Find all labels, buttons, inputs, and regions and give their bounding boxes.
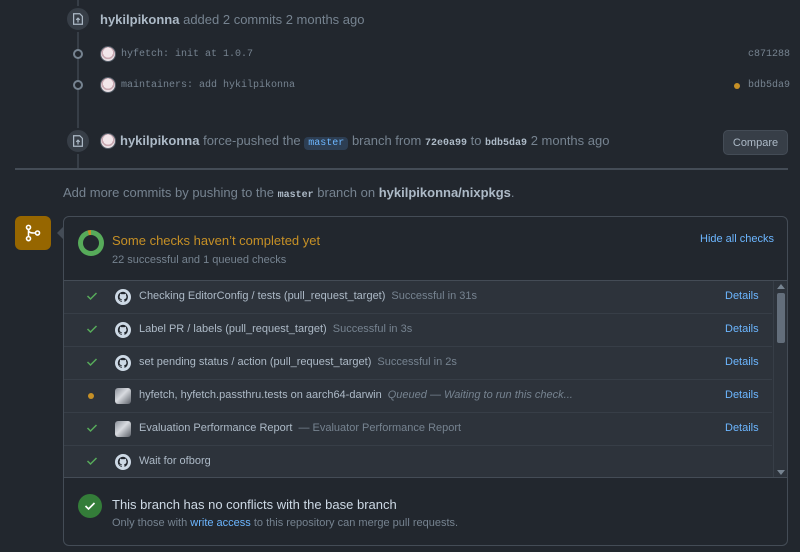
check-label: Wait for ofborg [139, 455, 217, 467]
app-avatar-icon [115, 421, 131, 437]
hide-all-checks-link[interactable]: Hide all checks [700, 233, 774, 245]
check-name: Checking EditorConfig / tests (pull_requ… [139, 290, 386, 302]
check-desc: Queued — Waiting to run this check... [387, 389, 573, 401]
pending-status-icon[interactable] [734, 83, 740, 89]
event-action: to [470, 133, 482, 148]
event-user-link[interactable]: hykilpikonna [100, 12, 179, 27]
check-desc: — Evaluator Performance Report [298, 422, 462, 434]
github-icon [115, 322, 131, 338]
repo-push-icon [65, 6, 91, 32]
event-added-commits: hykilpikonna added 2 commits 2 months ag… [100, 12, 364, 27]
checks-scrollbar[interactable] [773, 281, 787, 477]
check-name: hyfetch, hyfetch.passthru.tests on aarch… [139, 389, 382, 401]
timeline-divider [15, 168, 788, 170]
commit-message[interactable]: hyfetch: init at 1.0.7 [121, 49, 253, 60]
details-link[interactable]: Details [725, 389, 759, 401]
check-success-icon [86, 424, 98, 433]
compare-button[interactable]: Compare [723, 130, 788, 155]
check-label: hyfetch, hyfetch.passthru.tests on aarch… [139, 389, 573, 401]
write-access-link[interactable]: write access [190, 517, 251, 529]
check-row[interactable]: Evaluation Performance Report — Evaluator… [64, 413, 772, 446]
merge-sub-text: Only those with [112, 517, 188, 529]
merge-sub-text: to this repository can merge pull reques… [253, 517, 459, 529]
avatar[interactable] [100, 46, 116, 62]
check-label: Checking EditorConfig / tests (pull_requ… [139, 290, 477, 302]
check-label: set pending status / action (pull_reques… [139, 356, 457, 368]
details-link[interactable]: Details [725, 323, 759, 335]
event-force-push: hykilpikonna force-pushed the master bra… [120, 133, 610, 150]
commit-sha[interactable]: c871288 [748, 49, 790, 60]
hint-branch: master [277, 190, 314, 201]
checks-subtitle: 22 successful and 1 queued checks [112, 254, 287, 266]
details-link[interactable]: Details [725, 422, 759, 434]
avatar[interactable] [100, 77, 116, 93]
merge-status-title: This branch has no conflicts with the ba… [112, 497, 397, 512]
checks-list[interactable]: Checking EditorConfig / tests (pull_requ… [64, 280, 787, 478]
app-avatar-icon [115, 388, 131, 404]
checks-title: Some checks haven’t completed yet [112, 233, 321, 248]
add-commits-hint: Add more commits by pushing to the maste… [63, 185, 515, 201]
github-icon [115, 289, 131, 305]
details-link[interactable]: Details [725, 356, 759, 368]
github-icon [115, 355, 131, 371]
check-row[interactable]: set pending status / action (pull_reques… [64, 347, 772, 380]
event-action: branch from [351, 133, 422, 148]
to-sha[interactable]: bdb5da9 [485, 138, 527, 149]
check-label: Label PR / labels (pull_request_target) S… [139, 323, 412, 335]
avatar[interactable] [100, 133, 116, 149]
repo-push-icon [65, 128, 91, 154]
check-name: Label PR / labels (pull_request_target) [139, 323, 327, 335]
commit-icon [73, 80, 83, 90]
check-label: Evaluation Performance Report — Evaluator… [139, 422, 461, 434]
github-icon [115, 454, 131, 470]
git-merge-icon [15, 216, 51, 250]
check-name: Wait for ofborg [139, 455, 211, 467]
merge-status-subtitle: Only those with write access to this rep… [112, 517, 458, 529]
check-row[interactable]: Checking EditorConfig / tests (pull_requ… [64, 281, 772, 314]
check-name: set pending status / action (pull_reques… [139, 356, 372, 368]
commit-sha[interactable]: bdb5da9 [748, 80, 790, 91]
event-time[interactable]: 2 months ago [531, 133, 610, 148]
hint-text: branch on [317, 185, 376, 200]
check-row[interactable]: Label PR / labels (pull_request_target) S… [64, 314, 772, 347]
check-name: Evaluation Performance Report [139, 422, 293, 434]
queued-status-icon [88, 393, 94, 399]
check-row[interactable]: Wait for ofborg [64, 446, 772, 477]
hint-repo: hykilpikonna/nixpkgs [378, 185, 511, 200]
event-action: force-pushed the [203, 133, 301, 148]
check-success-icon [86, 457, 98, 466]
event-action: added 2 commits 2 months ago [183, 12, 365, 27]
hint-text: Add more commits by pushing to the [63, 185, 274, 200]
details-link[interactable]: Details [725, 290, 759, 302]
from-sha[interactable]: 72e0a99 [425, 138, 467, 149]
scroll-thumb[interactable] [777, 293, 785, 343]
hint-end: . [510, 185, 515, 200]
scroll-up-arrow-icon[interactable] [777, 284, 785, 289]
check-success-icon [86, 292, 98, 301]
scroll-down-arrow-icon[interactable] [777, 470, 785, 475]
check-desc: Successful in 2s [377, 356, 457, 368]
event-user-link[interactable]: hykilpikonna [120, 133, 199, 148]
check-success-icon [86, 325, 98, 334]
check-desc: Successful in 3s [332, 323, 413, 335]
check-row[interactable]: hyfetch, hyfetch.passthru.tests on aarch… [64, 380, 772, 413]
check-desc: Successful in 31s [391, 290, 478, 302]
check-success-icon [86, 358, 98, 367]
commit-message[interactable]: maintainers: add hykilpikonna [121, 80, 295, 91]
checks-progress-icon [78, 230, 104, 256]
branch-label[interactable]: master [304, 137, 349, 150]
commit-icon [73, 49, 83, 59]
check-circle-icon [78, 494, 102, 518]
